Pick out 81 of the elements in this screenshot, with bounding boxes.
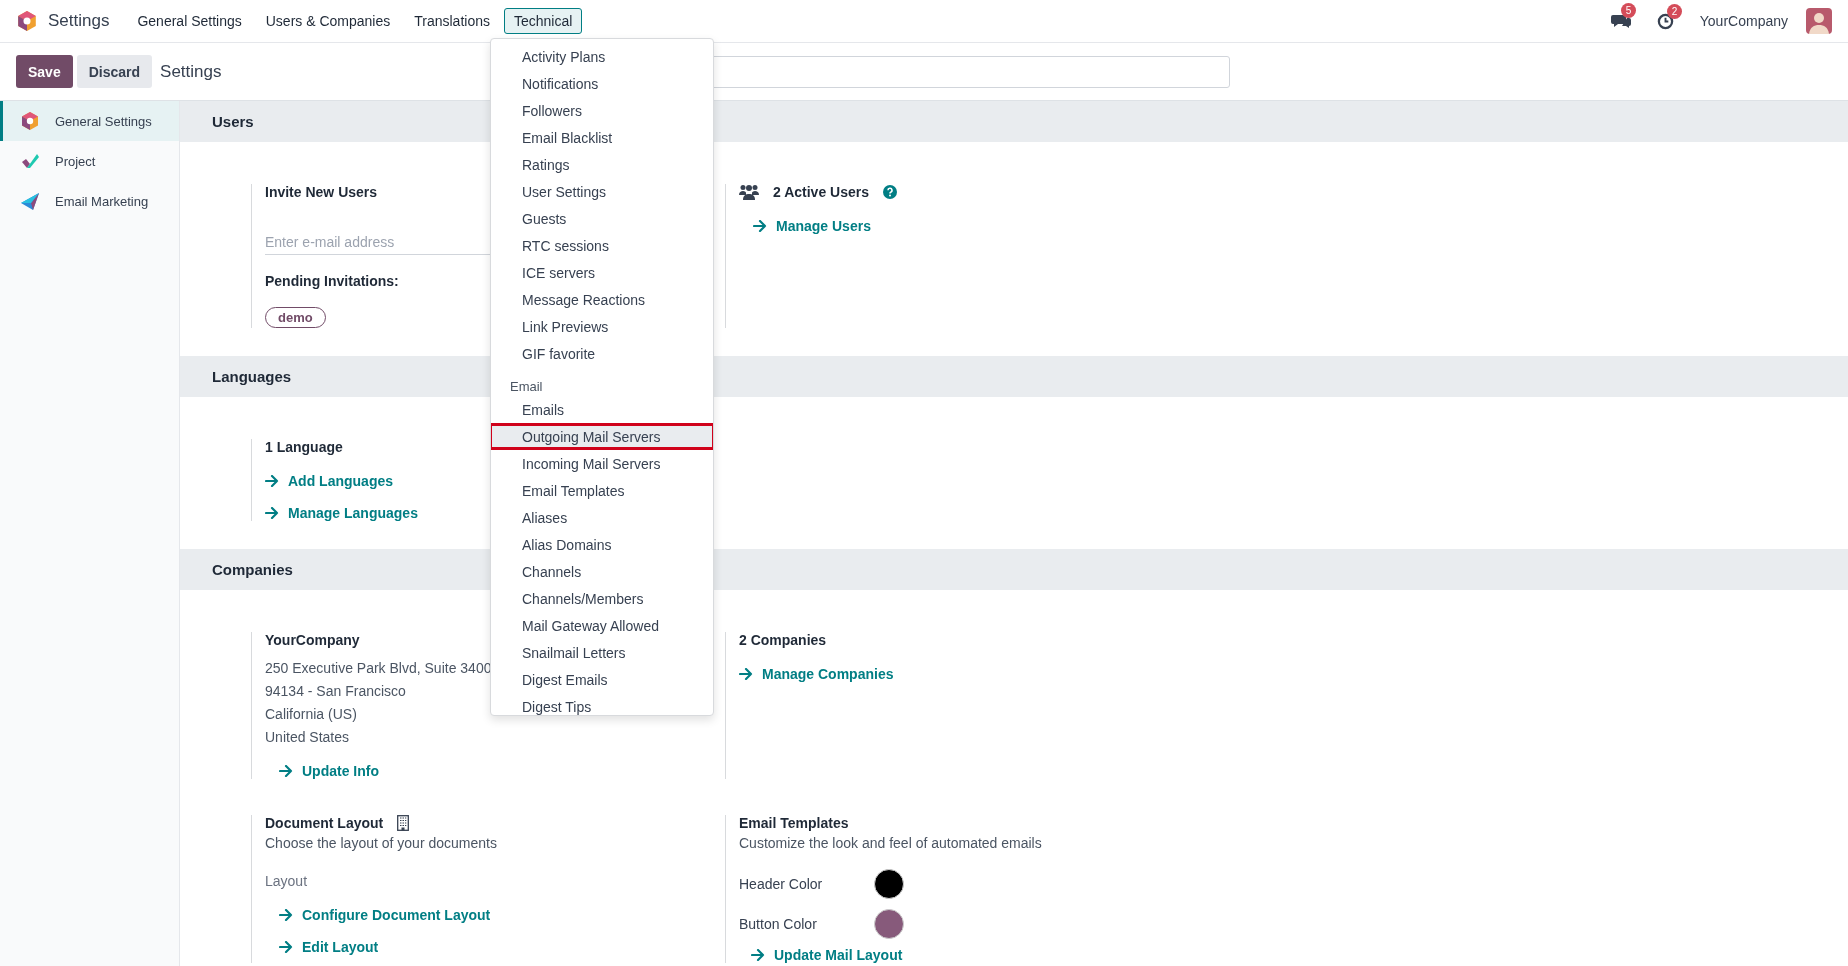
- company-name[interactable]: YourCompany: [1699, 13, 1788, 29]
- clock-icon[interactable]: [1656, 12, 1674, 30]
- menu-item[interactable]: Snailmail Letters: [491, 639, 713, 666]
- avatar-icon[interactable]: [1806, 8, 1832, 34]
- menu-item[interactable]: Digest Emails: [491, 666, 713, 693]
- menu-item[interactable]: Alias Domains: [491, 531, 713, 558]
- setting-description: Choose the layout of your documents: [265, 835, 497, 851]
- breadcrumb: Settings: [160, 61, 222, 82]
- building-icon: [397, 815, 410, 831]
- arrow-right-icon: [279, 765, 293, 777]
- menu-group-header: Email: [509, 378, 544, 396]
- menu-item[interactable]: Incoming Mail Servers: [491, 450, 713, 477]
- paper-plane-icon: [20, 191, 40, 211]
- menu-item[interactable]: Message Reactions: [491, 286, 713, 313]
- menu-item[interactable]: Email Templates: [491, 477, 713, 504]
- setting-title: YourCompany: [265, 632, 360, 648]
- menu-item[interactable]: Aliases: [491, 504, 713, 531]
- settings-link[interactable]: Add Languages: [265, 473, 418, 489]
- menu-tab[interactable]: Translations: [404, 8, 500, 34]
- setting-label: Layout: [265, 873, 308, 889]
- menu-tab[interactable]: Users & Companies: [255, 8, 401, 34]
- settings-link[interactable]: Update Info: [279, 763, 379, 779]
- save-button[interactable]: Save: [16, 55, 73, 88]
- color-swatch[interactable]: [874, 869, 904, 899]
- menu-tab[interactable]: General Settings: [127, 8, 252, 34]
- arrow-right-icon: [751, 949, 765, 961]
- menu-item[interactable]: Link Previews: [491, 313, 713, 340]
- menu-item[interactable]: Mail Gateway Allowed: [491, 612, 713, 639]
- users-icon: [739, 184, 759, 200]
- hexagon-logo-icon: [20, 111, 40, 131]
- menu-item[interactable]: GIF favorite: [491, 340, 713, 367]
- settings-link[interactable]: Configure Document Layout: [279, 907, 491, 923]
- settings-link[interactable]: Manage Companies: [739, 666, 894, 682]
- setting-title: 2 Active Users: [773, 184, 869, 200]
- arrow-right-icon: [265, 507, 279, 519]
- address-line: 94134 - San Francisco: [265, 683, 407, 699]
- sidebar-item[interactable]: Email Marketing: [0, 181, 179, 221]
- menu-item[interactable]: Digest Tips: [491, 693, 713, 715]
- sidebar-item[interactable]: Project: [0, 141, 179, 181]
- address-line: United States: [265, 729, 351, 745]
- setting-label: Pending Invitations:: [265, 273, 399, 289]
- arrow-right-icon: [279, 941, 293, 953]
- setting-title: Email Templates: [739, 815, 849, 831]
- color-label: Button Color: [739, 916, 818, 932]
- menu-item[interactable]: Channels/Members: [491, 585, 713, 612]
- arrow-right-icon: [279, 909, 293, 921]
- app-title: Settings: [48, 11, 110, 31]
- notification-badge: 2: [1666, 3, 1683, 19]
- color-swatch[interactable]: [874, 909, 904, 939]
- settings-link[interactable]: Manage Languages: [265, 505, 418, 521]
- arrow-right-icon: [753, 220, 767, 232]
- help-icon[interactable]: [883, 185, 897, 199]
- menu-item[interactable]: Ratings: [491, 151, 713, 178]
- menu-item[interactable]: Followers: [491, 97, 713, 124]
- setting-description: Customize the look and feel of automated emails: [739, 835, 1042, 851]
- arrow-right-icon: [739, 668, 753, 680]
- chat-icon[interactable]: [1610, 12, 1631, 30]
- menu-item[interactable]: Emails: [491, 396, 713, 423]
- setting-title: Document Layout: [265, 815, 384, 831]
- setting-title: Invite New Users: [265, 184, 378, 200]
- menu-item[interactable]: Guests: [491, 205, 713, 232]
- menu-item[interactable]: Email Blacklist: [491, 124, 713, 151]
- setting-title: 2 Companies: [739, 632, 827, 648]
- discard-button[interactable]: Discard: [76, 55, 153, 88]
- settings-link[interactable]: Manage Users: [753, 218, 871, 234]
- menu-tab[interactable]: Technical: [504, 8, 583, 34]
- app-logo-icon[interactable]: [16, 10, 38, 32]
- menu-item[interactable]: Notifications: [491, 70, 713, 97]
- address-line: California (US): [265, 706, 358, 722]
- menu-item[interactable]: Channels: [491, 558, 713, 585]
- settings-link[interactable]: Edit Layout: [279, 939, 491, 955]
- notification-badge: 5: [1620, 3, 1637, 18]
- arrow-right-icon: [265, 475, 279, 487]
- color-label: Header Color: [739, 876, 824, 892]
- sidebar-item[interactable]: General Settings: [0, 101, 179, 141]
- setting-title: 1 Language: [265, 439, 343, 455]
- menu-item[interactable]: ICE servers: [491, 259, 713, 286]
- settings-link[interactable]: Update Mail Layout: [751, 947, 903, 963]
- menu-item[interactable]: Activity Plans: [491, 43, 713, 70]
- menu-item[interactable]: Outgoing Mail Servers: [491, 423, 713, 450]
- menu-item[interactable]: User Settings: [491, 178, 713, 205]
